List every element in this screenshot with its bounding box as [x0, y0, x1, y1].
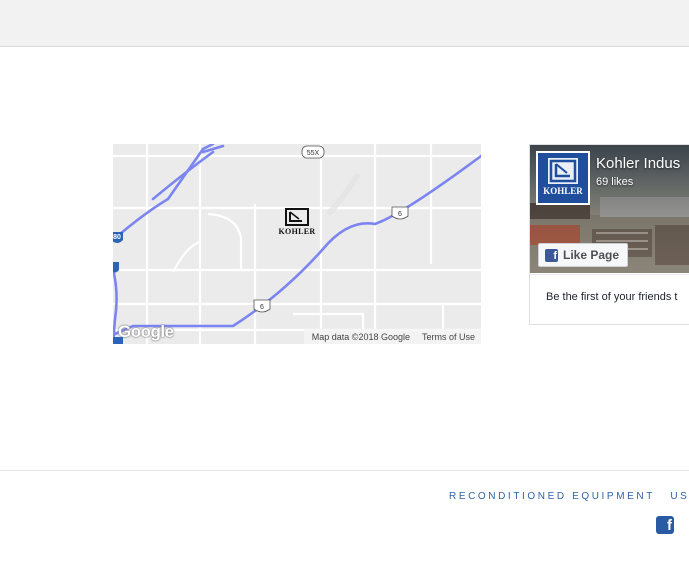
route-shield-6-south: 6	[260, 304, 264, 311]
top-header-bar	[0, 0, 689, 47]
facebook-f-icon: f	[545, 248, 558, 262]
facebook-square-icon[interactable]: f	[656, 516, 674, 534]
footer-link-reconditioned-equipment[interactable]: RECONDITIONED EQUIPMENT	[449, 491, 655, 502]
route-shield-80: 80	[113, 234, 121, 241]
kohler-avatar-logo-icon	[548, 158, 578, 184]
route-shield-55x: 55X	[307, 150, 320, 157]
facebook-page-widget[interactable]: KOHLER Kohler Indus 69 likes f Like Page…	[529, 144, 689, 325]
kohler-logo-icon	[285, 208, 309, 226]
facebook-page-avatar[interactable]: KOHLER	[536, 151, 590, 205]
map-attribution-bar: Map data ©2018 Google Terms of Use	[303, 329, 481, 344]
footer-divider	[0, 470, 689, 471]
kohler-map-marker[interactable]: KOHLER	[277, 208, 317, 240]
facebook-likes-count: 69 likes	[596, 176, 634, 188]
terms-of-use-link[interactable]: Terms of Use	[422, 332, 475, 342]
map-roads: 80 55X 6 6	[113, 144, 481, 344]
footer-navigation: RECONDITIONED EQUIPMENT USED	[449, 491, 689, 502]
location-map[interactable]: 80 55X 6 6 KOHLER Google Map data ©2018 …	[113, 144, 481, 344]
like-page-button[interactable]: f Like Page	[538, 243, 629, 267]
friends-like-text: Be the first of your friends t	[546, 291, 678, 303]
map-data-attribution: Map data ©2018 Google	[311, 331, 410, 342]
facebook-page-name[interactable]: Kohler Indus	[596, 155, 680, 172]
like-page-label: Like Page	[563, 248, 620, 262]
route-shield-6-east: 6	[398, 211, 402, 218]
google-logo[interactable]: Google	[118, 322, 174, 342]
footer-link-used[interactable]: USED	[670, 491, 689, 502]
avatar-text: KOHLER	[543, 186, 583, 196]
marker-label: KOHLER	[278, 227, 316, 236]
